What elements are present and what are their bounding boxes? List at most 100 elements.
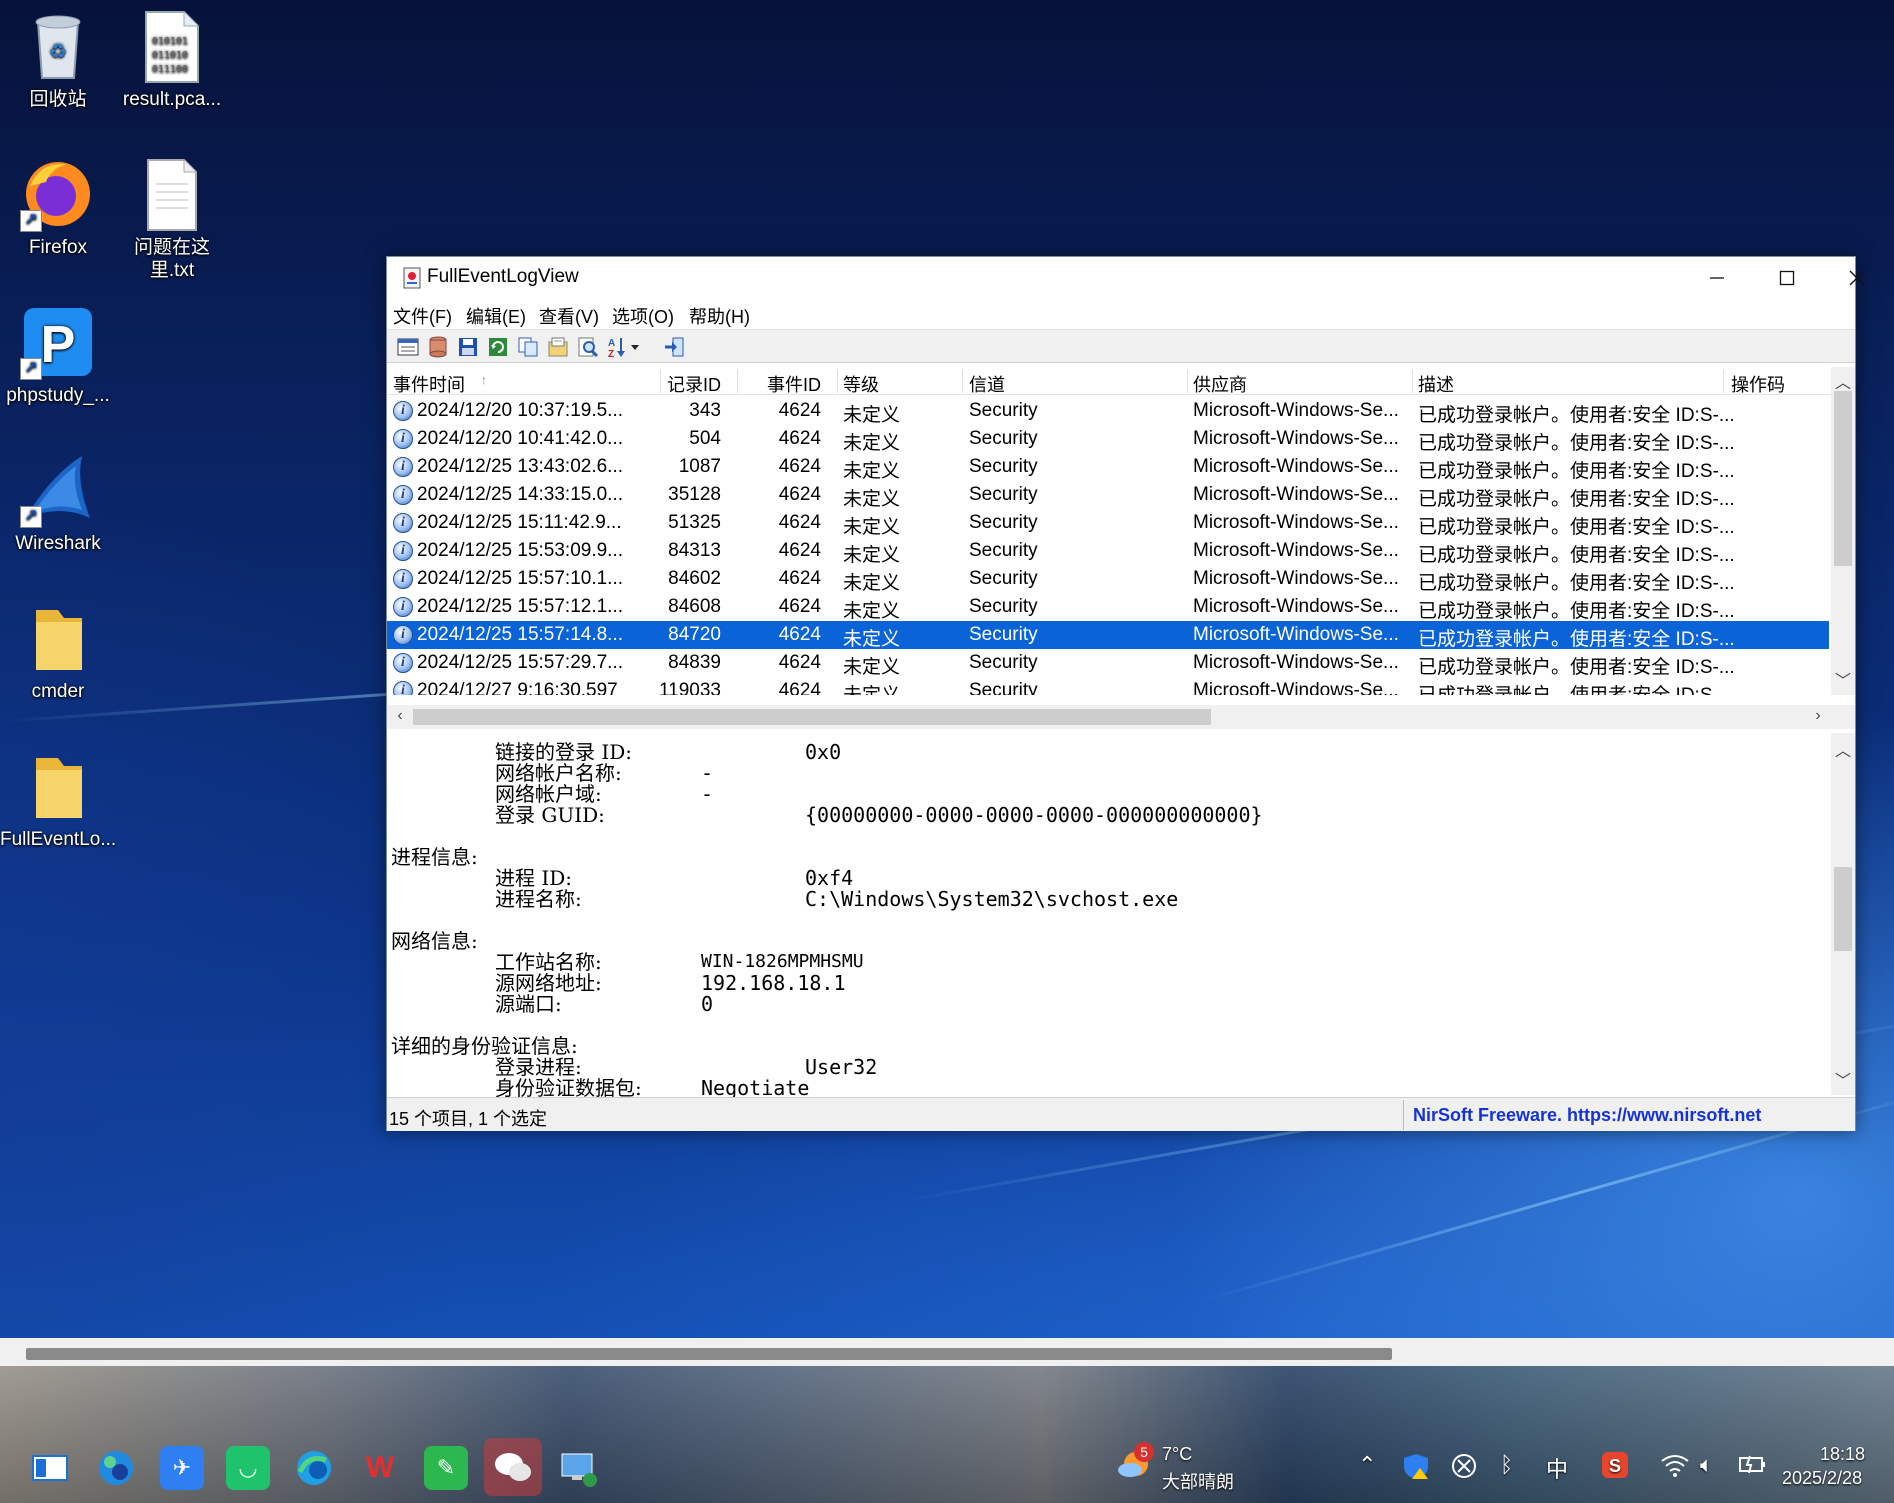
desktop: ♻ 回收站 010101 011010 011100 result.pca... ↗… [0, 0, 1894, 1338]
start-icon[interactable] [28, 1446, 72, 1490]
desktop-icon-firefox[interactable]: ↗ Firefox [0, 152, 116, 259]
cell-record-id: 84720 [668, 624, 721, 645]
table-row-selected[interactable]: i 2024/12/25 15:57:14.8... 84720 4624 未定义 Sec… [387, 621, 1829, 650]
nirsoft-link[interactable]: NirSoft Freeware. https://www.nirsoft.ne… [1413, 1105, 1761, 1126]
shortcut-arrow-icon: ↗ [20, 210, 42, 232]
table-row[interactable]: i 2024/12/25 15:11:42.9... 51325 4624 未定义 Sec… [387, 509, 1829, 538]
exit-icon[interactable] [663, 336, 685, 358]
desktop-icon-recycle-bin[interactable]: ♻ 回收站 [0, 4, 116, 111]
maximize-button[interactable] [1752, 257, 1822, 299]
table-row[interactable]: i 2024/12/25 14:33:15.0... 35128 4624 未定义 Sec… [387, 481, 1829, 510]
messenger-icon[interactable]: ◡ [226, 1446, 270, 1490]
cell-record-id: 84839 [668, 652, 721, 673]
table-row[interactable]: i 2024/12/25 15:57:10.1... 84602 4624 未定义 Sec… [387, 565, 1829, 594]
minimize-button[interactable] [1682, 257, 1752, 299]
wps-icon[interactable]: W [358, 1446, 402, 1490]
menu-help[interactable]: 帮助(H) [689, 303, 750, 329]
cell-description: 已成功登录帐户。使用者:安全 ID:S-... [1418, 545, 1735, 566]
scrollbar-thumb[interactable] [1834, 391, 1852, 566]
scroll-left-icon[interactable]: ‹ [389, 707, 411, 725]
find-icon[interactable] [577, 336, 599, 358]
clock-date[interactable]: 2025/2/28 [1782, 1468, 1862, 1489]
event-detail-pane[interactable]: 链接的登录 ID: 0x0 网络帐户名称: - 网络帐户域: - 登录 GUID… [387, 733, 1829, 1105]
wifi-icon[interactable] [1660, 1452, 1690, 1484]
volume-icon[interactable]: 🔈︎ [1700, 1452, 1713, 1478]
column-header-event-id[interactable]: 事件ID [767, 371, 821, 397]
scrollbar-thumb[interactable] [26, 1348, 1392, 1360]
save-icon[interactable] [457, 336, 479, 358]
scrollbar-thumb[interactable] [413, 709, 1211, 725]
menu-file[interactable]: 文件(F) [393, 303, 452, 329]
table-row[interactable]: i 2024/12/25 15:57:29.7... 84839 4624 未定义 Sec… [387, 649, 1829, 678]
network-blocked-icon[interactable] [1450, 1452, 1478, 1486]
battery-icon[interactable] [1738, 1452, 1768, 1482]
edge-icon[interactable] [292, 1446, 336, 1490]
weather-temperature[interactable]: 7°C [1162, 1444, 1192, 1465]
detail-vertical-scrollbar[interactable]: ︿ ﹀ [1831, 733, 1855, 1095]
desktop-horizontal-scrollbar[interactable] [0, 1338, 1894, 1366]
sort-icon[interactable]: AZ [607, 336, 643, 358]
close-button[interactable] [1822, 257, 1892, 299]
status-bar: 15 个项目, 1 个选定 NirSoft Freeware. https://… [387, 1097, 1855, 1131]
table-row[interactable]: i 2024/12/27 9:16:30.597 119033 4624 未定义 Secu… [387, 677, 1829, 695]
properties-icon[interactable] [547, 336, 569, 358]
text-file-icon [134, 156, 210, 232]
svg-text:011010: 011010 [152, 50, 188, 61]
column-header-opcode[interactable]: 操作码 [1731, 371, 1785, 397]
scroll-up-icon[interactable]: ︿ [1832, 369, 1854, 393]
list-horizontal-scrollbar[interactable]: ‹ › [387, 705, 1855, 729]
scrollbar-thumb[interactable] [1834, 867, 1852, 951]
desktop-icon-txt[interactable]: 问题在这里.txt [114, 152, 230, 282]
bluetooth-icon[interactable]: ᛒ [1500, 1452, 1513, 1478]
column-header-description[interactable]: 描述 [1418, 371, 1454, 397]
menu-view[interactable]: 查看(V) [539, 303, 599, 329]
remote-desktop-icon[interactable] [556, 1446, 600, 1490]
cell-level: 未定义 [843, 405, 901, 426]
desktop-icon-fulleventlog[interactable]: FullEventLo... [0, 744, 116, 851]
net-domain-value: - [701, 782, 714, 806]
menu-edit[interactable]: 编辑(E) [466, 303, 526, 329]
column-header-provider[interactable]: 供应商 [1193, 371, 1247, 397]
desktop-icon-phpstudy[interactable]: P ↗ phpstudy_... [0, 300, 116, 407]
info-level-icon: i [393, 485, 413, 505]
defender-warning-icon[interactable] [1402, 1452, 1430, 1486]
list-vertical-scrollbar[interactable]: ︿ ﹀ [1831, 367, 1855, 695]
clock-time[interactable]: 18:18 [1820, 1444, 1865, 1465]
weather-description[interactable]: 大部晴朗 [1162, 1468, 1234, 1494]
column-header-event-time[interactable]: 事件时间 [393, 371, 465, 397]
copy-icon[interactable] [517, 336, 539, 358]
scroll-right-icon[interactable]: › [1807, 707, 1829, 725]
column-header-level[interactable]: 等级 [843, 371, 879, 397]
column-header-channel[interactable]: 信道 [969, 371, 1005, 397]
cell-channel: Security [969, 680, 1038, 695]
column-header-record-id[interactable]: 记录ID [667, 371, 721, 397]
table-row[interactable]: i 2024/12/25 15:57:12.1... 84608 4624 未定义 Sec… [387, 593, 1829, 622]
show-hidden-icons-icon[interactable]: ⌃ [1358, 1452, 1376, 1478]
desktop-icon-result-pcap[interactable]: 010101 011010 011100 result.pca... [114, 4, 230, 111]
table-row[interactable]: i 2024/12/25 13:43:02.6... 1087 4624 未定义 Secu… [387, 453, 1829, 482]
notes-icon[interactable]: ✎ [424, 1446, 468, 1490]
scroll-down-icon[interactable]: ﹀ [1832, 1067, 1854, 1091]
table-row[interactable]: i 2024/12/20 10:41:42.0... 504 4624 未定义 Secur… [387, 425, 1829, 454]
svg-text:S: S [1609, 1456, 1621, 1476]
table-row[interactable]: i 2024/12/25 15:53:09.9... 84313 4624 未定义 Sec… [387, 537, 1829, 566]
feishu-icon[interactable]: ✈ [160, 1446, 204, 1490]
desktop-icon-cmder[interactable]: cmder [0, 596, 116, 703]
cell-event-id: 4624 [778, 456, 821, 477]
title-bar[interactable]: FullEventLogView [387, 257, 1865, 299]
sogou-ime-icon[interactable]: S [1600, 1450, 1630, 1486]
cell-event-time: 2024/12/25 15:11:42.9... [417, 512, 622, 533]
wechat-icon[interactable] [484, 1438, 542, 1496]
advanced-options-icon[interactable] [397, 336, 419, 358]
desktop-icon-wireshark[interactable]: ↗ Wireshark [0, 448, 116, 555]
menu-options[interactable]: 选项(O) [612, 303, 674, 329]
scroll-down-icon[interactable]: ﹀ [1832, 667, 1854, 691]
scroll-up-icon[interactable]: ︿ [1832, 737, 1854, 761]
refresh-icon[interactable] [487, 336, 509, 358]
event-list[interactable]: 事件时间 ↑ 记录ID 事件ID 等级 信道 供应商 描述 操作码 i 2024/… [387, 367, 1837, 695]
database-icon[interactable] [427, 336, 449, 358]
edge-ai-icon[interactable] [94, 1446, 138, 1490]
info-level-icon: i [393, 457, 413, 477]
ime-indicator[interactable]: 中 [1546, 1452, 1568, 1484]
table-row[interactable]: i 2024/12/20 10:37:19.5... 343 4624 未定义 Secur… [387, 397, 1829, 426]
